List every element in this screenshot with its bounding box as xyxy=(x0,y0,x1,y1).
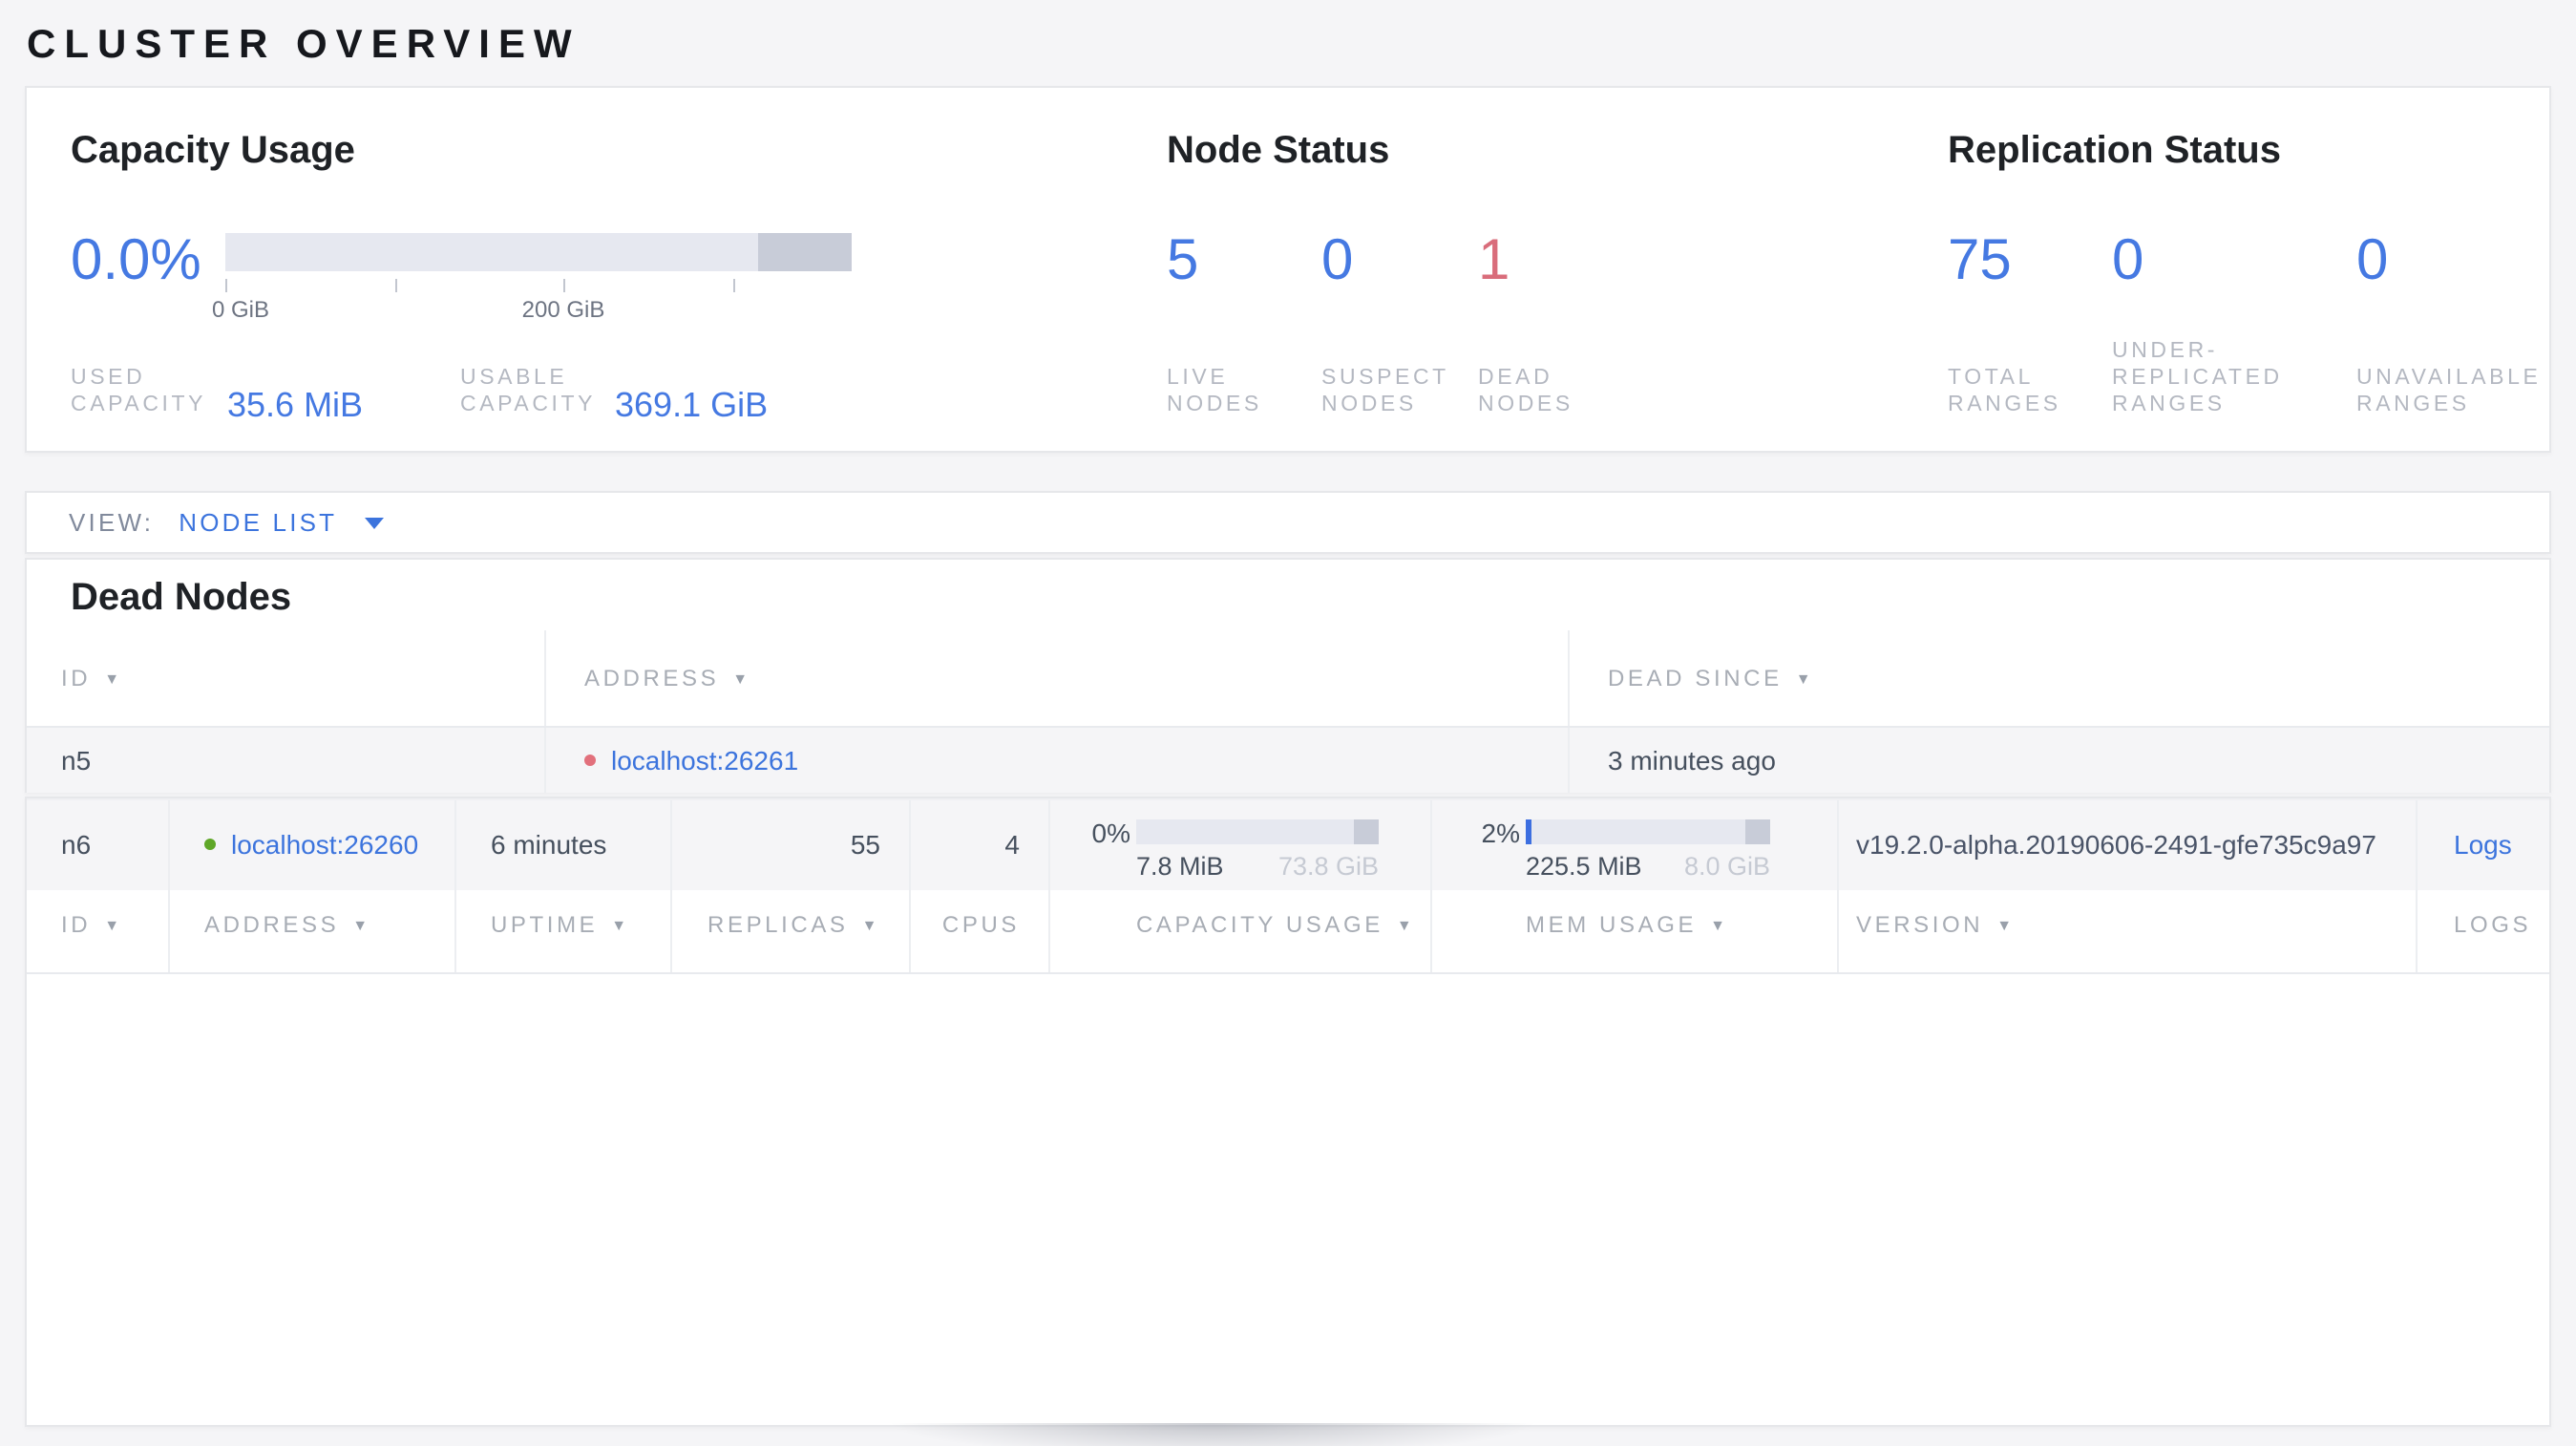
node-address-link[interactable]: localhost:26261 xyxy=(611,745,798,776)
column-header-id[interactable]: ID ▼ xyxy=(27,630,544,726)
node-id: n6 xyxy=(61,829,92,861)
page-title: CLUSTER OVERVIEW xyxy=(27,23,581,67)
node-replicas: 55 xyxy=(670,800,909,889)
sort-arrow-icon: ▼ xyxy=(1795,670,1815,687)
suspect-nodes-count: 0 xyxy=(1321,229,1354,292)
axis-tick xyxy=(563,279,565,292)
total-ranges-label: TOTAL RANGES xyxy=(1948,367,2061,416)
view-label: VIEW: xyxy=(69,508,155,537)
column-header-id[interactable]: ID ▼ xyxy=(27,877,168,972)
total-ranges-count: 75 xyxy=(1948,229,2012,292)
used-capacity-label: USED CAPACITY xyxy=(71,367,207,416)
live-nodes-table-header: ID ▼ ADDRESS ▼ UPTIME ▼ REPLICAS ▼ CPUS CAPA… xyxy=(27,877,2549,974)
dead-nodes-label: DEAD NODES xyxy=(1478,367,1573,416)
node-address: localhost:26260 xyxy=(168,800,454,889)
capacity-usage-bar xyxy=(1136,819,1379,844)
dead-status-dot-icon xyxy=(584,755,596,766)
node-capacity-usage: 0% 7.8 MiB 73.8 GiB xyxy=(1048,800,1430,889)
under-replicated-label: UNDER- REPLICATED RANGES xyxy=(2112,340,2283,416)
column-header-version[interactable]: VERSION ▼ xyxy=(1837,877,2416,972)
column-header-mem-usage[interactable]: MEM USAGE ▼ xyxy=(1430,877,1837,972)
node-status-heading: Node Status xyxy=(1167,130,1390,172)
axis-tick-label: 200 GiB xyxy=(521,296,605,323)
replication-status-heading: Replication Status xyxy=(1948,130,2281,172)
node-logs: Logs xyxy=(2416,800,2549,889)
node-version: v19.2.0-alpha.20190606-2491-gfe735c9a97 xyxy=(1837,800,2416,889)
column-header-cpus[interactable]: CPUS xyxy=(909,877,1048,972)
logs-link[interactable]: Logs xyxy=(2454,830,2512,861)
dead-node-address: localhost:26261 xyxy=(544,728,1568,793)
dead-nodes-count: 1 xyxy=(1478,229,1510,292)
view-bar: VIEW: NODE LIST xyxy=(25,491,2551,554)
sort-arrow-icon: ▼ xyxy=(1710,916,1729,933)
sort-arrow-icon: ▼ xyxy=(861,916,880,933)
sort-arrow-icon: ▼ xyxy=(352,916,371,933)
bottom-scroll-shadow xyxy=(764,1423,1661,1446)
table-row: n5 localhost:26261 3 minutes ago xyxy=(27,728,2549,793)
node-uptime: 6 minutes xyxy=(454,800,670,889)
column-header-capacity-usage[interactable]: CAPACITY USAGE ▼ xyxy=(1048,877,1430,972)
used-capacity-value: 35.6 MiB xyxy=(227,386,364,424)
live-nodes-label: LIVE NODES xyxy=(1167,367,1262,416)
under-replicated-count: 0 xyxy=(2112,229,2144,292)
column-header-dead-since[interactable]: DEAD SINCE ▼ xyxy=(1568,630,2549,726)
sort-arrow-icon: ▼ xyxy=(104,670,123,687)
summary-card: Capacity Usage 0.0% 0 GiB 200 GiB USED C… xyxy=(25,86,2551,453)
dead-since-value: 3 minutes ago xyxy=(1568,728,2549,793)
capacity-bar-other-segment xyxy=(758,233,852,271)
view-dropdown-selected: NODE LIST xyxy=(179,508,338,537)
dead-nodes-table-header: ID ▼ ADDRESS ▼ DEAD SINCE ▼ xyxy=(27,630,2549,728)
sort-arrow-icon: ▼ xyxy=(611,916,630,933)
chevron-down-icon xyxy=(364,517,384,528)
column-header-address[interactable]: ADDRESS ▼ xyxy=(168,877,454,972)
axis-tick-label: 0 GiB xyxy=(211,296,270,323)
sort-arrow-icon: ▼ xyxy=(732,670,751,687)
live-nodes-card: Live Nodes ID▼ ADDRESS▼ UPTIME▼ REPLICAS… xyxy=(25,797,2551,1427)
capacity-usage-bar: 0 GiB 200 GiB xyxy=(212,233,852,323)
axis-tick xyxy=(733,279,735,292)
column-header-logs: LOGS xyxy=(2416,877,2549,972)
view-dropdown[interactable]: NODE LIST xyxy=(179,508,384,537)
column-header-uptime[interactable]: UPTIME ▼ xyxy=(454,877,670,972)
capacity-usage-percent: 0.0% xyxy=(71,229,201,292)
node-cpus: 4 xyxy=(909,800,1048,889)
mem-usage-bar xyxy=(1526,819,1770,844)
unavailable-count: 0 xyxy=(2356,229,2389,292)
sort-arrow-icon: ▼ xyxy=(1396,916,1416,933)
axis-tick xyxy=(225,279,227,292)
capacity-usage-heading: Capacity Usage xyxy=(71,130,355,172)
column-header-address[interactable]: ADDRESS ▼ xyxy=(544,630,1568,726)
usable-capacity-value: 369.1 GiB xyxy=(615,386,769,424)
unavailable-label: UNAVAILABLE RANGES xyxy=(2356,367,2542,416)
cluster-overview-page: CLUSTER OVERVIEW Capacity Usage 0.0% 0 G… xyxy=(0,0,2576,1446)
node-mem-usage: 2% 225.5 MiB 8.0 GiB xyxy=(1430,800,1837,889)
sort-arrow-icon: ▼ xyxy=(104,916,123,933)
live-nodes-count: 5 xyxy=(1167,229,1199,292)
suspect-nodes-label: SUSPECT NODES xyxy=(1321,367,1449,416)
node-address-link[interactable]: localhost:26260 xyxy=(231,830,418,861)
live-status-dot-icon xyxy=(204,839,216,851)
sort-arrow-icon: ▼ xyxy=(1996,916,2016,933)
column-header-replicas[interactable]: REPLICAS ▼ xyxy=(670,877,909,972)
dead-nodes-card: Dead Nodes ID ▼ ADDRESS ▼ DEAD SINCE ▼ n5 l… xyxy=(25,558,2551,793)
dead-nodes-heading: Dead Nodes xyxy=(71,577,292,619)
dead-node-id: n5 xyxy=(61,745,92,776)
axis-tick xyxy=(395,279,397,292)
table-row: n6 localhost:26260 6 minutes 55 4 0% 7.8… xyxy=(27,798,2549,889)
usable-capacity-label: USABLE CAPACITY xyxy=(460,367,597,416)
